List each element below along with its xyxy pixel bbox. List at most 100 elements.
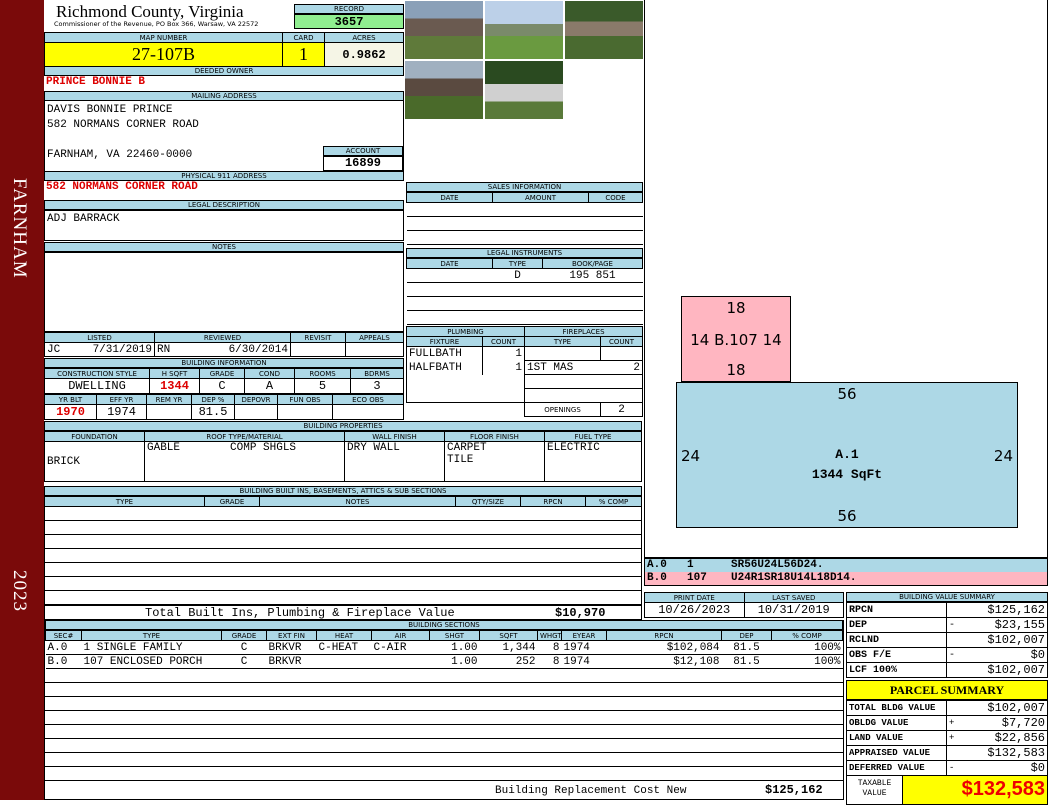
legal-block: LEGAL DESCRIPTION ADJ BARRACK NOTES <box>44 200 404 332</box>
bldg-info-value: DWELLING <box>44 378 150 394</box>
summary-row: TOTAL BLDG VALUE $102,007 <box>846 700 1048 716</box>
notes-box[interactable] <box>44 252 404 332</box>
section-cell: 1974 <box>561 640 607 655</box>
sidebar: FARNHAM 2023 <box>0 0 44 800</box>
roof-header: ROOF TYPE/MATERIAL <box>144 431 345 442</box>
summary-row: OBLDG VALUE + $7,720 <box>846 715 1048 731</box>
builtins-total-label: Total Built Ins, Plumbing & Fireplace Va… <box>145 606 455 620</box>
built-ins: BUILDING BUILT INS, BASEMENTS, ATTICS & … <box>44 486 642 620</box>
openings-count: 2 <box>600 402 643 417</box>
revisit-label: REVISIT <box>290 332 346 343</box>
legend-row-b: B.0 107 U24R1SR18U14L18D14. <box>644 572 1048 586</box>
builtin-row <box>44 563 642 577</box>
legend-sec: B.0 <box>647 572 667 584</box>
summary-value: $102,007 <box>960 632 1048 648</box>
bldg-info-header: BDRMS <box>350 368 404 379</box>
bldg-info-header: DEP % <box>191 394 235 405</box>
summary-row: LCF 100% $102,007 <box>846 662 1048 678</box>
legal-instruments: LEGAL INSTRUMENTS DATE TYPE BOOK/PAGE D 195… <box>406 248 643 325</box>
property-photo-1[interactable] <box>404 0 484 60</box>
plumbing-fireplaces: PLUMBING FIREPLACES FIXTURE COUNT TYPE COUNT… <box>406 326 643 417</box>
bi-comp-header: % COMP <box>585 496 642 507</box>
summary-row: LAND VALUE + $22,856 <box>846 730 1048 746</box>
legal-label: LEGAL DESCRIPTION <box>44 200 404 210</box>
fixture-count: 1 <box>482 346 525 361</box>
summary-label: OBS F/E <box>846 647 947 663</box>
section-header: % COMP <box>771 630 843 641</box>
section-row: A.0 1 SINGLE FAMILY C BRKVR C-HEAT C-AIR 1.00 1… <box>45 640 843 655</box>
sales-amount-header: AMOUNT <box>492 192 589 203</box>
fuel-type: ELECTRIC <box>544 441 642 482</box>
section-cell: C-AIR <box>371 640 430 655</box>
fuel-header: FUEL TYPE <box>544 431 642 442</box>
property-photo-5[interactable] <box>484 60 564 120</box>
instr-book-header: BOOK/PAGE <box>542 258 643 269</box>
fireplace-type: 1ST MAS <box>524 360 601 375</box>
mail-line-1: DAVIS BONNIE PRINCE <box>47 104 173 116</box>
section-cell: A.0 <box>45 640 82 655</box>
physical-address-label: PHYSICAL 911 ADDRESS <box>44 171 404 181</box>
builtin-row <box>44 507 642 521</box>
appeals-label: APPEALS <box>345 332 404 343</box>
account-box: ACCOUNT 16899 <box>323 146 403 171</box>
section-cell: C <box>221 640 267 655</box>
section-header: SQFT <box>479 630 538 641</box>
property-photo-4[interactable] <box>404 60 484 120</box>
bldg-info-value: 1970 <box>44 404 97 420</box>
account-number: 16899 <box>323 156 403 171</box>
builtins-total-row: Total Built Ins, Plumbing & Fireplace Va… <box>44 605 642 620</box>
section-header: AIR <box>371 630 430 641</box>
section-row <box>45 711 843 725</box>
sketch-section-a[interactable]: 56 24 24 A.1 1344 SqFt 56 <box>676 382 1018 528</box>
wall-finish: DRY WALL <box>344 441 445 482</box>
section-row <box>45 739 843 753</box>
year-label: 2023 <box>9 570 30 612</box>
legal-description: ADJ BARRACK <box>44 210 404 241</box>
legend-sec: A.0 <box>647 559 667 571</box>
property-photo-3[interactable] <box>564 0 644 60</box>
summary-value: $125,162 <box>960 602 1048 618</box>
listed-date: 7/31/2019 <box>92 343 152 356</box>
owner-name: PRINCE BONNIE B <box>46 76 146 88</box>
summary-sign <box>946 700 961 716</box>
roof-type: GABLE <box>147 442 181 455</box>
print-date: 10/26/2023 <box>644 602 745 618</box>
section-cell: 1 SINGLE FAMILY <box>81 640 222 655</box>
bldg-info-header: EFF YR <box>96 394 147 405</box>
section-cell: 8 <box>537 640 562 655</box>
property-photo-2[interactable] <box>484 0 564 60</box>
fixture-name: FULLBATH <box>406 346 483 361</box>
notes-label: NOTES <box>44 242 404 252</box>
bldg-info-header: H SQFT <box>149 368 200 379</box>
instr-type: D <box>514 269 521 282</box>
section-cell: 1.00 <box>429 640 480 655</box>
section-header: RPCN <box>606 630 722 641</box>
photo-gallery <box>404 0 644 180</box>
account-label: ACCOUNT <box>323 146 403 156</box>
summary-value: $7,720 <box>960 715 1048 731</box>
bi-grade-header: GRADE <box>204 496 260 507</box>
section-id: B.107 <box>714 331 758 349</box>
builtins-total-value: $10,970 <box>555 606 606 620</box>
bldg-info-value: 81.5 <box>191 404 235 420</box>
summary-value: $102,007 <box>960 700 1048 716</box>
replacement-cost-value: $125,162 <box>765 783 823 797</box>
summary-label: OBLDG VALUE <box>846 715 947 731</box>
building-value-summary: BUILDING VALUE SUMMARY RPCN $125,162 DEP - $… <box>846 592 1048 678</box>
summary-value: $132,583 <box>960 745 1048 761</box>
summary-value: $0 <box>960 647 1048 663</box>
fp-type-header: TYPE <box>524 336 601 347</box>
building-sketch[interactable]: 18 14 B.107 14 18 56 24 24 A.1 1344 SqFt… <box>644 0 1048 558</box>
fireplaces-label: FIREPLACES <box>524 326 643 337</box>
record-box: RECORD 3657 <box>294 4 404 29</box>
summary-label: RPCN <box>846 602 947 618</box>
acres-value: 0.9862 <box>324 42 404 67</box>
builtin-row <box>44 521 642 535</box>
summary-value: $102,007 <box>960 662 1048 678</box>
sales-date-header: DATE <box>406 192 493 203</box>
section-row <box>45 669 843 683</box>
section-cell: $102,084 <box>606 640 722 655</box>
summary-sign: - <box>946 647 961 663</box>
sketch-section-b[interactable]: 18 14 B.107 14 18 <box>681 296 791 382</box>
section-cell <box>371 654 430 669</box>
